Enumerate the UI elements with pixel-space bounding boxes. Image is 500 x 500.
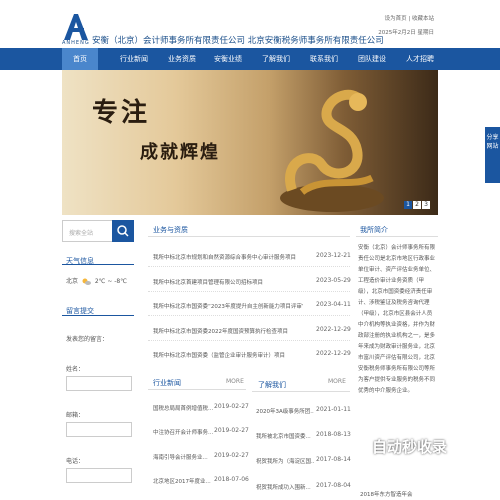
about-item-date: 2018-08-13 xyxy=(316,431,351,438)
about-item-date: 2021-01-11 xyxy=(316,406,351,413)
message-content-label: 发表您的留言： xyxy=(66,336,109,343)
nav-team[interactable]: 团队建设 xyxy=(350,48,394,70)
share-site-tab[interactable]: 分享网站 xyxy=(485,127,500,183)
industry-divider xyxy=(148,389,246,390)
main-nav: 首页 行业新闻 业务资质 安衡业绩 了解我们 联系我们 团队建设 人才招聘 xyxy=(0,48,500,70)
name-label: 姓名： xyxy=(66,366,85,373)
industry-news-title[interactable]: 行业新闻 xyxy=(153,378,181,388)
industry-item[interactable]: 国税总局局首例增值税... xyxy=(153,404,213,412)
banner-pager: 123 xyxy=(403,201,430,209)
business-item-date: 2023-05-29 xyxy=(316,277,351,284)
business-item[interactable]: 我所中标北京市国资委“2023年度提升自主创新能力项目评审” xyxy=(153,302,303,310)
intro-title[interactable]: 我所简介 xyxy=(360,225,388,235)
nav-about[interactable]: 了解我们 xyxy=(254,48,298,70)
logo-subtext: ANHENG xyxy=(62,40,90,46)
industry-item-date: 2019-02-27 xyxy=(214,452,249,459)
intro-text: 安衡（北京）会计师事务所有限责任公司是北京市地区行政事业单位审计、资产评估业务单… xyxy=(358,245,436,394)
business-item-date: 2022-12-29 xyxy=(316,326,351,333)
nav-business[interactable]: 业务资质 xyxy=(160,48,204,70)
about-item-date: 2017-08-14 xyxy=(316,456,351,463)
industry-item-date: 2019-02-27 xyxy=(214,403,249,410)
industry-item[interactable]: 中注协召开会计师事务... xyxy=(153,428,213,436)
business-item[interactable]: 我所中标北京首建项目管理有限公司招标项目 xyxy=(153,278,303,286)
sun-cloud-icon xyxy=(82,278,91,285)
business-divider xyxy=(148,236,350,237)
nav-contact[interactable]: 联系我们 xyxy=(302,48,346,70)
weather-divider xyxy=(62,264,134,265)
industry-more-link[interactable]: MORE xyxy=(226,378,244,385)
weather-info: 北京 2℃ ~ -8℃ xyxy=(66,276,127,285)
row-divider xyxy=(148,315,350,316)
nav-performance[interactable]: 安衡业绩 xyxy=(206,48,250,70)
business-item[interactable]: 我所中标北京市规划和自然资源综合事务中心审计服务项目 xyxy=(153,253,303,261)
intro-divider xyxy=(356,236,438,237)
phone-label: 电话： xyxy=(66,458,85,465)
phone-field[interactable] xyxy=(66,468,132,483)
about-item-date: 2017-08-04 xyxy=(316,482,351,489)
watermark-overlay: 自动秒收录 xyxy=(372,436,500,476)
about-us-title[interactable]: 了解我们 xyxy=(258,380,286,390)
search-icon xyxy=(117,225,129,237)
top-links[interactable]: 设为首页 | 收藏本站 xyxy=(385,14,434,22)
about-item[interactable]: 祝贺我所成功入围新... xyxy=(256,483,314,491)
about-more-link[interactable]: MORE xyxy=(328,378,346,385)
business-item[interactable]: 我所中标北京市国资委2022年度国资预算执行检查项目 xyxy=(153,327,303,335)
business-item[interactable]: 我所中标北京市国资委（监管企业审计服务审计）项目 xyxy=(153,351,303,359)
search-button[interactable] xyxy=(112,220,134,242)
business-item-date: 2023-04-11 xyxy=(316,301,351,308)
about-item[interactable]: 祝贺我所为（海淀区国... xyxy=(256,457,314,465)
about-item[interactable]: 我所被北京市国资委... xyxy=(256,432,314,440)
company-logo[interactable] xyxy=(62,12,90,42)
watermark-text: 自动秒收录 xyxy=(372,438,448,456)
about-item[interactable]: 2020年3A级事务所团... xyxy=(256,407,314,415)
business-section-title[interactable]: 业务与资质 xyxy=(153,225,188,235)
banner-dot-3[interactable]: 3 xyxy=(422,201,430,209)
weather-city: 北京 xyxy=(66,278,79,285)
industry-item[interactable]: 海南引导会计服务业... xyxy=(153,453,213,461)
industry-item[interactable]: 北京地区2017年度业... xyxy=(153,477,213,485)
email-label: 邮箱： xyxy=(66,412,85,419)
banner-dot-2[interactable]: 2 xyxy=(413,201,421,209)
nav-careers[interactable]: 人才招聘 xyxy=(398,48,442,70)
banner-dot-1[interactable]: 1 xyxy=(404,201,412,209)
nav-industry-news[interactable]: 行业新闻 xyxy=(112,48,156,70)
header: ANHENG 安衡（北京）会计师事务所有限责任公司 北京安衡税务师事务所有限责任… xyxy=(0,0,500,48)
row-divider xyxy=(148,291,350,292)
current-date: 2025年2月2日 星期日 xyxy=(378,30,434,36)
nav-home[interactable]: 首页 xyxy=(62,48,98,70)
industry-item-date: 2019-02-27 xyxy=(214,427,249,434)
golden-dragon-image xyxy=(280,89,384,212)
company-name: 安衡（北京）会计师事务所有限责任公司 北京安衡税务师事务所有限责任公司 xyxy=(92,36,384,46)
about-divider xyxy=(252,391,350,392)
industry-item-date: 2018-07-06 xyxy=(214,476,249,483)
name-field[interactable] xyxy=(66,376,132,391)
business-item-date: 2023-12-21 xyxy=(316,252,351,259)
message-divider xyxy=(62,315,134,316)
weather-temp: 2℃ ~ -8℃ xyxy=(94,278,127,285)
row-divider xyxy=(148,266,350,267)
banner-subheadline: 成就辉煌 xyxy=(140,142,220,163)
hero-banner[interactable]: 专注 成就辉煌 123 xyxy=(62,70,438,215)
business-item-date: 2022-12-29 xyxy=(316,350,351,357)
row-divider xyxy=(148,340,350,341)
banner-headline: 专注 xyxy=(92,98,151,128)
email-field[interactable] xyxy=(66,422,132,437)
about-extra-item[interactable]: 2018年东方智造年会 xyxy=(360,490,438,498)
